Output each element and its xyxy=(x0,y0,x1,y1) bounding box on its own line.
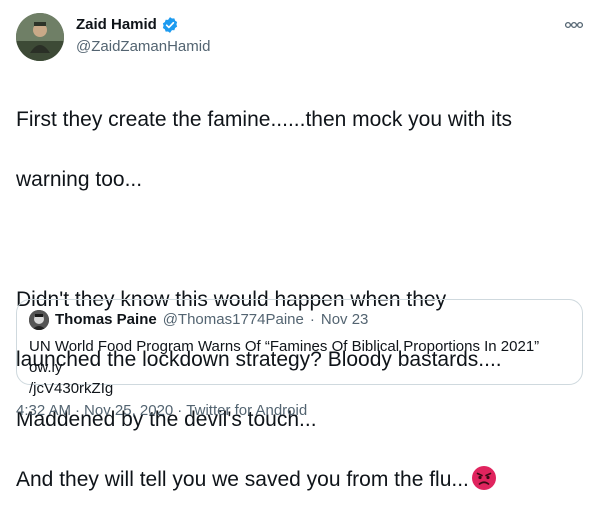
verified-badge-icon xyxy=(162,17,177,33)
quoted-text-line: UN World Food Program Warns Of “Famines … xyxy=(29,338,540,376)
quoted-text-line: /jcV430rkZIg xyxy=(29,380,114,397)
tweet-line: And they will tell you we saved you from… xyxy=(16,468,469,491)
tweet-time[interactable]: 4:32 AM xyxy=(16,401,71,421)
more-options-icon[interactable] xyxy=(564,18,584,32)
author-handle[interactable]: @ZaidZamanHamid xyxy=(76,37,210,57)
quoted-tweet[interactable]: Thomas Paine @Thomas1774Paine · Nov 23 U… xyxy=(16,299,583,397)
quoted-profile-photo-icon xyxy=(29,310,49,330)
tweet-card: Zaid Hamid @ZaidZamanHamid First they cr… xyxy=(0,0,598,491)
tweet-line xyxy=(16,225,582,255)
tweet-line: First they create the famine......then m… xyxy=(16,108,513,131)
quoted-tweet-header: Thomas Paine @Thomas1774Paine · Nov 23 xyxy=(29,310,570,330)
author-name-row: Zaid Hamid xyxy=(76,15,210,35)
tweet-line-last: And they will tell you we saved you from… xyxy=(16,465,582,495)
quoted-author-avatar xyxy=(29,310,49,330)
tweet-source[interactable]: Twitter for Android xyxy=(186,401,307,421)
author-info: Zaid Hamid @ZaidZamanHamid xyxy=(76,15,210,57)
tweet-line: warning too... xyxy=(16,168,143,191)
quoted-tweet-text: UN World Food Program Warns Of “Famines … xyxy=(29,336,570,399)
footer-separator: · xyxy=(177,402,183,419)
author-avatar[interactable] xyxy=(16,13,64,61)
quoted-author-handle: @Thomas1774Paine xyxy=(162,311,304,328)
footer-separator: · xyxy=(75,402,81,419)
profile-photo-icon xyxy=(16,13,64,61)
tweet-footer: 4:32 AM · Nov 25, 2020 · Twitter for And… xyxy=(16,401,307,421)
author-name[interactable]: Zaid Hamid xyxy=(76,15,157,35)
angry-face-icon xyxy=(471,466,496,490)
quoted-separator: · xyxy=(309,311,315,328)
tweet-date[interactable]: Nov 25, 2020 xyxy=(84,401,173,421)
quoted-date: Nov 23 xyxy=(320,311,369,328)
quoted-author-name: Thomas Paine xyxy=(55,311,157,328)
